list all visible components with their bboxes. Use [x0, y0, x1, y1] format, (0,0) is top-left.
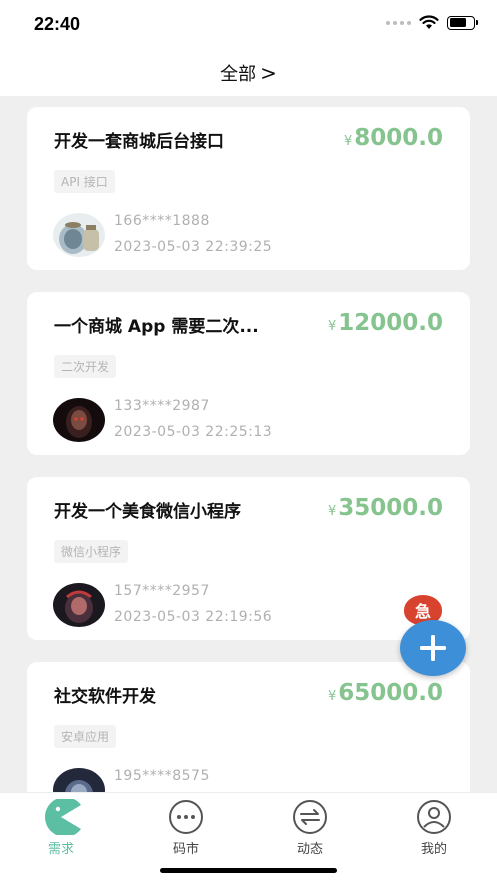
card-title: 开发一个美食微信小程序 — [54, 502, 241, 522]
wifi-icon — [419, 15, 439, 29]
avatar[interactable] — [53, 213, 105, 257]
card-price: ¥ 12000.0 — [328, 310, 443, 336]
demand-list[interactable]: 开发一套商城后台接口 ¥ 8000.0 API 接口 166****1888 2… — [0, 96, 497, 792]
card-tag: API 接口 — [54, 170, 115, 193]
card-tag: 安卓应用 — [54, 725, 117, 748]
publisher-phone: 157****2957 — [114, 583, 210, 599]
tab-profile[interactable]: 我的 — [389, 799, 479, 859]
status-time: 22:40 — [34, 14, 81, 34]
publisher-phone: 133****2987 — [114, 398, 210, 414]
demand-card[interactable]: 开发一个美食微信小程序 ¥ 35000.0 微信小程序 157****2957 … — [27, 477, 470, 640]
demand-card[interactable]: 开发一套商城后台接口 ¥ 8000.0 API 接口 166****1888 2… — [27, 107, 470, 270]
battery-icon — [447, 15, 478, 30]
nav-header: 全部 > — [0, 50, 497, 96]
publish-time: 2023-05-03 22:25:13 — [114, 424, 273, 440]
card-price: ¥ 35000.0 — [328, 495, 443, 521]
currency-symbol: ¥ — [327, 689, 337, 704]
price-value: 12000.0 — [338, 310, 443, 336]
card-title: 一个商城 App 需要二次... — [54, 317, 259, 337]
avatar[interactable] — [53, 398, 105, 442]
home-indicator — [160, 868, 337, 873]
avatar[interactable] — [53, 583, 105, 627]
tab-market[interactable]: 码市 — [141, 799, 231, 859]
avatar[interactable] — [53, 768, 105, 792]
card-title: 社交软件开发 — [54, 687, 156, 707]
card-title: 开发一套商城后台接口 — [54, 132, 224, 152]
publisher-phone: 195****8575 — [114, 768, 210, 784]
currency-symbol: ¥ — [343, 134, 353, 149]
currency-symbol: ¥ — [327, 504, 337, 519]
price-value: 65000.0 — [338, 680, 443, 706]
tab-label: 我的 — [420, 842, 447, 857]
tab-label: 需求 — [47, 842, 74, 857]
price-value: 8000.0 — [354, 125, 443, 151]
add-demand-button[interactable] — [400, 620, 466, 676]
cellular-signal-icon — [386, 20, 411, 25]
tab-label: 码市 — [172, 842, 199, 857]
chat-bubble-icon — [169, 800, 203, 834]
demand-card[interactable]: 社交软件开发 ¥ 65000.0 安卓应用 195****8575 — [27, 662, 470, 792]
status-bar: 22:40 — [0, 0, 497, 50]
tab-activity[interactable]: 动态 — [265, 799, 355, 859]
tab-demand[interactable]: 需求 — [16, 799, 106, 859]
pacman-icon — [45, 799, 81, 835]
card-tag: 二次开发 — [54, 355, 117, 378]
page-title: 全部 — [220, 64, 257, 85]
card-tag: 微信小程序 — [54, 540, 129, 563]
publish-time: 2023-05-03 22:19:56 — [114, 609, 273, 625]
publish-time: 2023-05-03 22:39:25 — [114, 239, 273, 255]
plus-icon — [420, 635, 446, 661]
publisher-phone: 166****1888 — [114, 213, 210, 229]
category-filter[interactable]: 全部 > — [220, 60, 277, 86]
currency-symbol: ¥ — [327, 319, 337, 334]
demand-card[interactable]: 一个商城 App 需要二次... ¥ 12000.0 二次开发 133****2… — [27, 292, 470, 455]
price-value: 35000.0 — [338, 495, 443, 521]
card-price: ¥ 8000.0 — [344, 125, 443, 151]
user-icon — [417, 800, 451, 834]
card-price: ¥ 65000.0 — [328, 680, 443, 706]
chevron-right-icon: > — [260, 61, 277, 85]
status-indicators — [386, 15, 478, 30]
swap-arrows-icon — [293, 800, 327, 834]
tab-label: 动态 — [296, 842, 323, 857]
